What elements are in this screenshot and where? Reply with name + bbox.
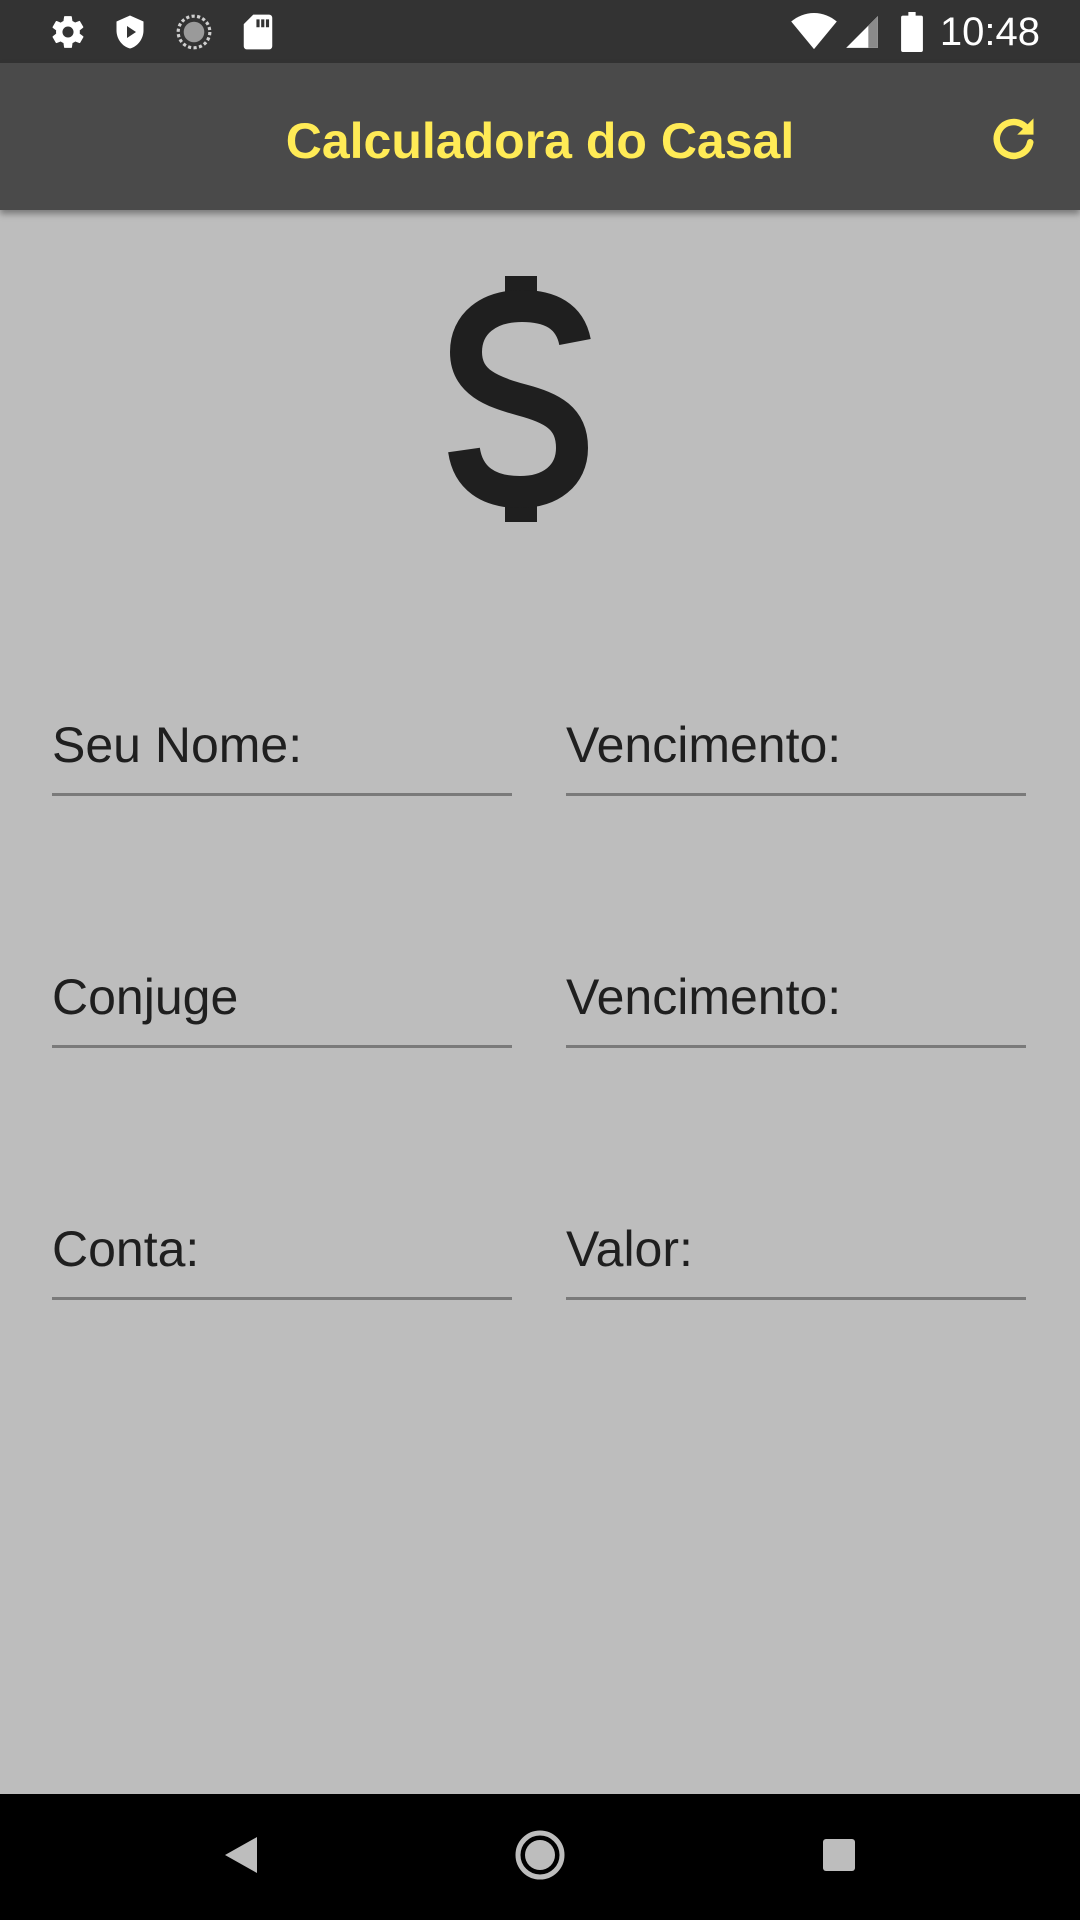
seu-nome-input[interactable] [52,676,512,796]
refresh-icon [988,113,1040,170]
home-icon [514,1829,566,1886]
recents-button[interactable] [804,1824,874,1890]
vencimento-field-2[interactable] [566,928,1026,1048]
main-content [0,210,1080,1794]
app-title: Calculadora do Casal [285,113,795,169]
shield-play-icon [110,12,150,52]
vencimento-field-1[interactable] [566,676,1026,796]
battery-icon [898,12,926,52]
home-button[interactable] [505,1824,575,1890]
gear-icon [48,12,88,52]
conjuge-input[interactable] [52,928,512,1048]
valor-field[interactable] [566,1180,1026,1300]
wifi-icon [790,12,838,52]
vencimento-input-1[interactable] [566,676,1026,796]
conta-field[interactable] [52,1180,512,1300]
status-bar: 10:48 [0,0,1080,63]
valor-input[interactable] [566,1180,1026,1300]
conta-input[interactable] [52,1180,512,1300]
vencimento-input-2[interactable] [566,928,1026,1048]
signal-icon [842,12,882,52]
status-time: 10:48 [939,10,1040,54]
dollar-icon [430,270,610,530]
back-icon [221,1833,261,1882]
recents-icon [821,1837,857,1878]
app-bar: Calculadora do Casal [0,63,1080,210]
seu-nome-field[interactable] [52,676,512,796]
sd-card-icon [238,12,278,52]
navigation-bar [0,1794,1080,1920]
back-button[interactable] [206,1824,276,1890]
sync-circle-icon [174,12,214,52]
conjuge-field[interactable] [52,928,512,1048]
refresh-button[interactable] [978,105,1050,177]
